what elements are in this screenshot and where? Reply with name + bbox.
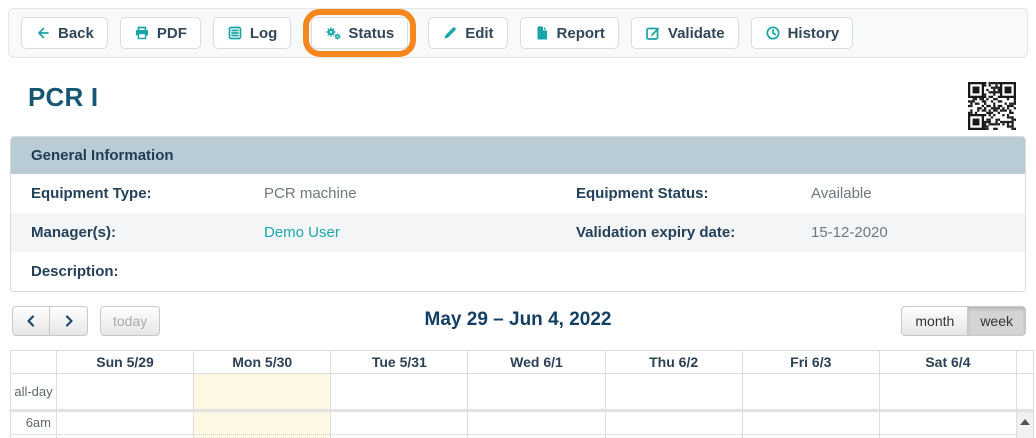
log-button[interactable]: Log — [213, 17, 292, 49]
pencil-icon — [442, 25, 458, 41]
all-day-cell-fri[interactable] — [742, 374, 879, 409]
back-button-label: Back — [58, 25, 94, 42]
time-cell-wed[interactable] — [467, 412, 604, 435]
time-cell-sun[interactable] — [56, 412, 193, 435]
edit-button[interactable]: Edit — [428, 17, 507, 49]
all-day-label: all-day — [11, 374, 56, 409]
history-button-label: History — [788, 25, 840, 42]
vertical-scrollbar[interactable] — [1016, 412, 1033, 438]
file-icon — [534, 25, 550, 41]
day-header-mon: Mon 5/30 — [193, 351, 330, 373]
action-toolbar: Back PDF Log Status Edit Report Validate — [8, 8, 1028, 58]
log-button-label: Log — [250, 25, 278, 42]
clock-icon — [765, 25, 781, 41]
calendar-month-view-button[interactable]: month — [901, 306, 968, 336]
scrollbar-up-arrow-icon[interactable] — [1020, 419, 1030, 425]
all-day-cell-mon-today[interactable] — [193, 374, 330, 409]
scrollbar-gutter-allday — [1016, 374, 1033, 409]
pdf-button[interactable]: PDF — [120, 17, 201, 49]
equipment-type-label: Equipment Type: — [31, 185, 264, 202]
arrow-left-icon — [35, 25, 51, 41]
info-row-description: Description: — [11, 252, 1025, 291]
all-day-row: all-day — [11, 373, 1033, 409]
report-button-label: Report — [557, 25, 605, 42]
all-day-cell-wed[interactable] — [467, 374, 604, 409]
day-header-thu: Thu 6/2 — [605, 351, 742, 373]
calendar-toolbar: today May 29 – Jun 4, 2022 month week — [10, 306, 1026, 338]
day-header-sun: Sun 5/29 — [56, 351, 193, 373]
general-info-panel: General Information Equipment Type: PCR … — [10, 136, 1026, 292]
time-cell-fri[interactable] — [742, 412, 879, 435]
edit-button-label: Edit — [465, 25, 493, 42]
axis-header-cell — [11, 351, 56, 373]
day-header-fri: Fri 6/3 — [742, 351, 879, 373]
validation-expiry-label: Validation expiry date: — [576, 224, 811, 241]
back-button[interactable]: Back — [21, 17, 108, 49]
journal-icon — [227, 25, 243, 41]
equipment-status-value: Available — [811, 185, 1025, 202]
time-label-6am: 6am — [11, 412, 56, 435]
all-day-cell-sun[interactable] — [56, 374, 193, 409]
time-grid: 6am — [11, 412, 1033, 438]
day-header-wed: Wed 6/1 — [467, 351, 604, 373]
all-day-cell-thu[interactable] — [605, 374, 742, 409]
page-header: PCR I — [0, 66, 1036, 132]
calendar-week-grid: Sun 5/29 Mon 5/30 Tue 5/31 Wed 6/1 Thu 6… — [10, 350, 1034, 438]
general-info-header: General Information — [11, 137, 1025, 174]
all-day-cell-tue[interactable] — [330, 374, 467, 409]
calendar-day-header-row: Sun 5/29 Mon 5/30 Tue 5/31 Wed 6/1 Thu 6… — [11, 351, 1033, 373]
day-header-sat: Sat 6/4 — [879, 351, 1016, 373]
scrollbar-gutter-header — [1016, 351, 1033, 373]
info-row-manager-validation: Manager(s): Demo User Validation expiry … — [11, 213, 1025, 252]
calendar-title: May 29 – Jun 4, 2022 — [10, 309, 1026, 331]
validate-button[interactable]: Validate — [631, 17, 739, 49]
report-button[interactable]: Report — [520, 17, 619, 49]
time-slot-row-6am: 6am — [11, 412, 1033, 435]
managers-label: Manager(s): — [31, 224, 264, 241]
equipment-status-label: Equipment Status: — [576, 185, 811, 202]
all-day-cell-sat[interactable] — [879, 374, 1016, 409]
status-button[interactable]: Status — [311, 17, 408, 49]
time-cell-mon-today[interactable] — [193, 412, 330, 435]
printer-icon — [134, 25, 150, 41]
qr-code — [968, 82, 1016, 130]
validate-button-label: Validate — [668, 25, 725, 42]
history-button[interactable]: History — [751, 17, 854, 49]
status-highlight-ring: Status — [303, 9, 416, 57]
page-title: PCR I — [28, 82, 98, 113]
pdf-button-label: PDF — [157, 25, 187, 42]
calendar-week-view-button[interactable]: week — [968, 306, 1026, 336]
status-button-label: Status — [348, 25, 394, 42]
validation-expiry-value: 15-12-2020 — [811, 224, 1025, 241]
time-cell-sat[interactable] — [879, 412, 1016, 435]
info-row-type-status: Equipment Type: PCR machine Equipment St… — [11, 174, 1025, 213]
time-cell-thu[interactable] — [605, 412, 742, 435]
manager-user-link[interactable]: Demo User — [264, 224, 340, 241]
time-cell-tue[interactable] — [330, 412, 467, 435]
equipment-type-value: PCR machine — [264, 185, 576, 202]
gears-icon — [325, 25, 341, 41]
day-header-tue: Tue 5/31 — [330, 351, 467, 373]
pencil-square-icon — [645, 25, 661, 41]
description-label: Description: — [31, 263, 264, 280]
